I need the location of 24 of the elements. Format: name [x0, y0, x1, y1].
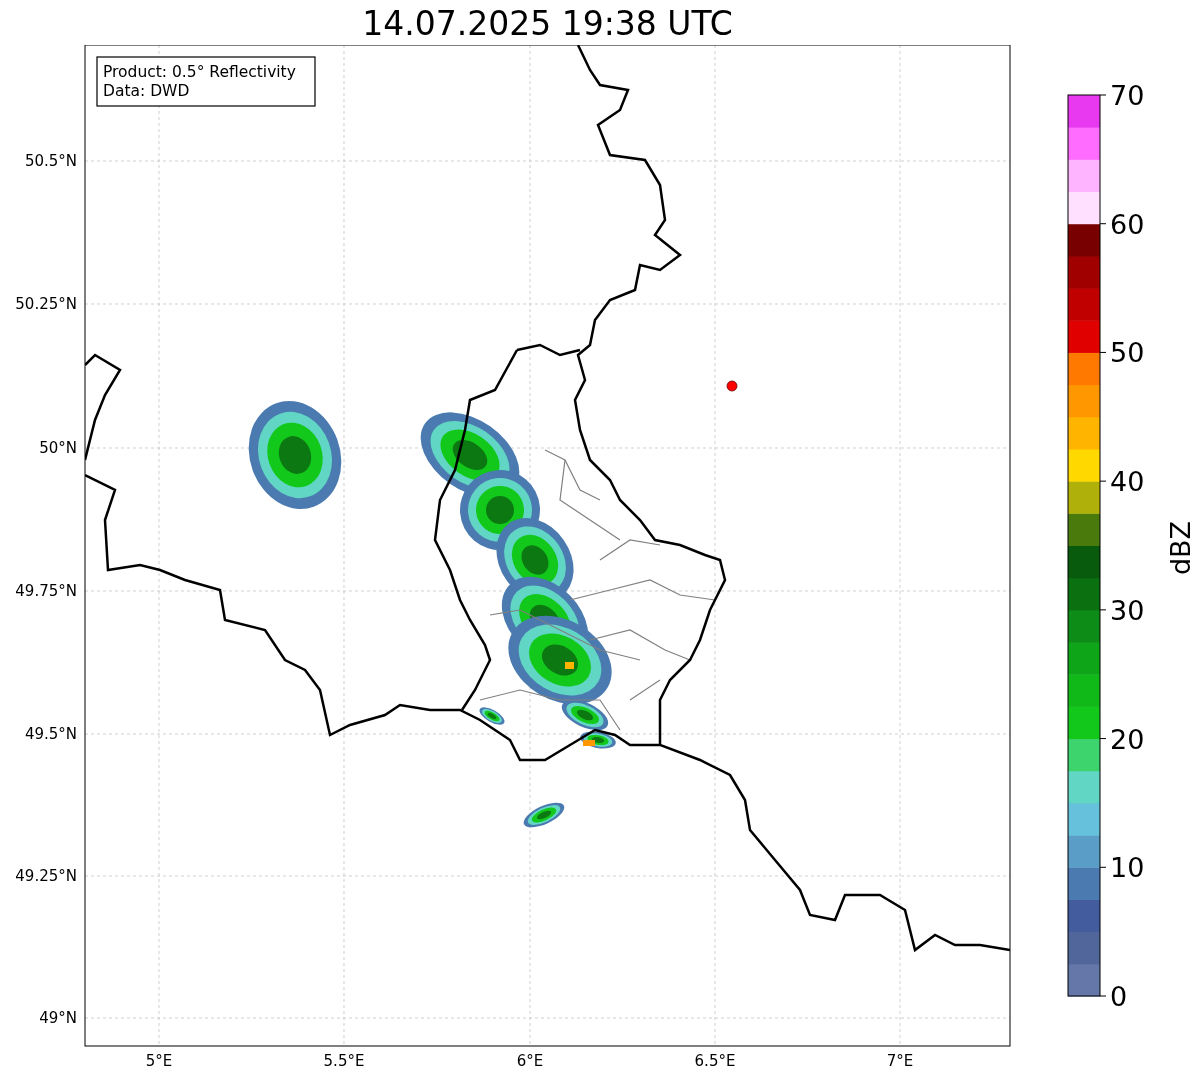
longitude-label: 6°E: [516, 1052, 544, 1070]
scale-axis-label: dBZ: [1165, 520, 1196, 576]
scale-tick-label: 40: [1110, 466, 1145, 498]
latitude-label: 49°N: [39, 1009, 77, 1027]
scale-tick-label: 70: [1110, 80, 1145, 111]
latitude-label: 50.5°N: [24, 152, 77, 170]
scale-tick-label: 0: [1110, 981, 1128, 1012]
scale-tick-label: 50: [1110, 337, 1145, 369]
longitude-label: 5.5°E: [323, 1052, 365, 1070]
latitude-label: 49.75°N: [15, 582, 77, 600]
latitude-label: 49.5°N: [24, 725, 77, 743]
scale-tick-label: 10: [1110, 852, 1145, 884]
info-box: Product: 0.5° Reflectivity Data: DWD: [96, 56, 316, 107]
chart-title: 14.07.2025 19:38 UTC: [362, 3, 733, 45]
latitude-label: 50.25°N: [15, 295, 77, 313]
scale-tick-label: 20: [1110, 723, 1145, 755]
longitude-label: 5°E: [145, 1052, 173, 1070]
longitude-label: 6.5°E: [694, 1052, 736, 1070]
longitude-label: 7°E: [886, 1052, 914, 1070]
latitude-label: 50°N: [39, 439, 77, 457]
radar-site-marker: [726, 380, 738, 392]
scale-tick-label: 30: [1110, 594, 1145, 626]
scale-tick-label: 60: [1110, 208, 1145, 240]
latitude-label: 49.25°N: [15, 867, 77, 885]
